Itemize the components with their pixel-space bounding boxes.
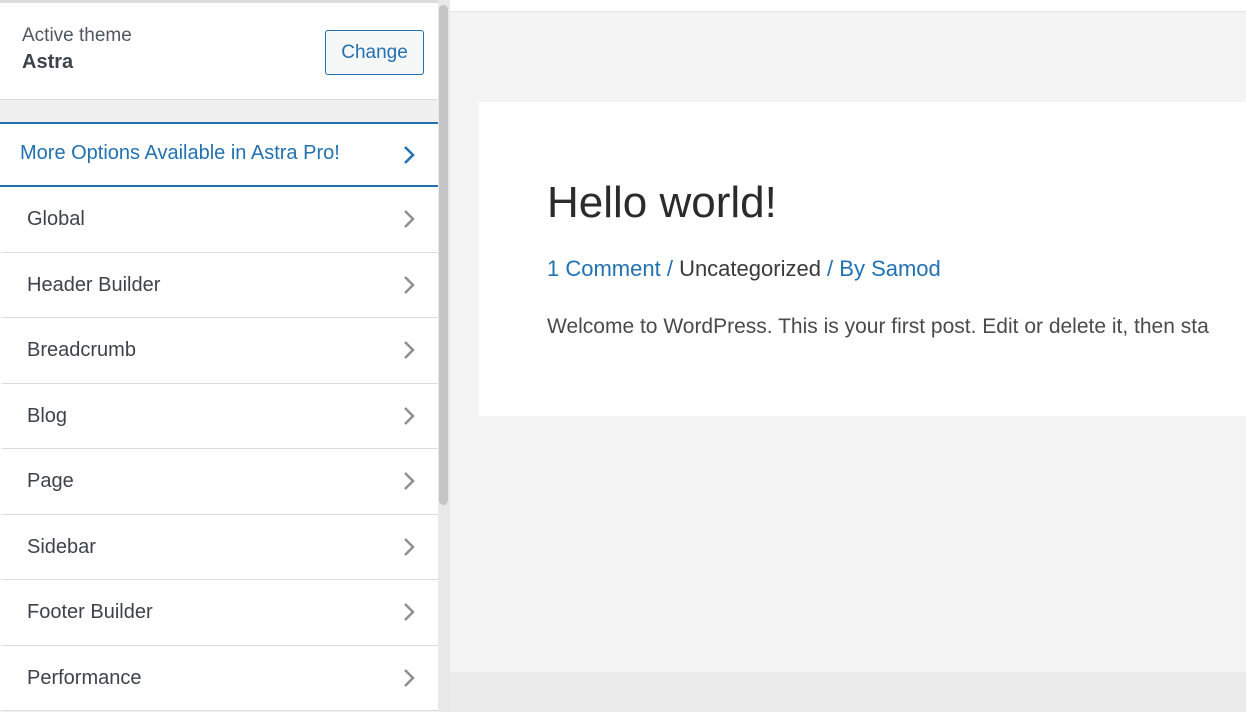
chevron-right-icon [404, 603, 415, 621]
active-theme-section: Active theme Astra Change [0, 3, 440, 100]
menu-item-label: Header Builder [27, 273, 161, 296]
astra-pro-upsell-label: More Options Available in Astra Pro! [20, 142, 340, 164]
meta-separator: / [660, 256, 680, 281]
chevron-right-icon [404, 146, 415, 164]
site-preview: Hello world! 1 Comment / Uncategorized /… [450, 0, 1246, 712]
menu-item-blog[interactable]: Blog [0, 383, 440, 449]
customizer-menu: Global Header Builder Breadcrumb Blog Page Si… [0, 187, 440, 711]
preview-header-strip [450, 0, 1246, 12]
menu-item-label: Blog [27, 404, 68, 427]
menu-item-breadcrumb[interactable]: Breadcrumb [0, 318, 440, 384]
menu-item-label: Footer Builder [27, 601, 153, 623]
active-theme-label: Active theme [22, 25, 132, 46]
chevron-right-icon [404, 472, 415, 490]
customizer-panel: Active theme Astra Change More Options A… [0, 0, 440, 712]
meta-by-separator: / By [820, 256, 872, 281]
chevron-right-icon [404, 275, 415, 294]
category-link[interactable]: Uncategorized [679, 256, 821, 281]
menu-item-label: Breadcrumb [27, 339, 136, 361]
chevron-right-icon [404, 406, 415, 425]
menu-item-label: Global [27, 208, 85, 230]
post-card: Hello world! 1 Comment / Uncategorized /… [479, 102, 1246, 416]
menu-item-page[interactable]: Page [0, 449, 440, 515]
chevron-right-icon [404, 537, 415, 556]
menu-item-label: Sidebar [27, 535, 96, 558]
preview-footer-strip [450, 672, 1246, 712]
comments-link[interactable]: 1 Comment [547, 256, 661, 281]
post-meta: 1 Comment / Uncategorized / By Samod [547, 256, 941, 282]
active-theme-name: Astra [22, 51, 74, 73]
menu-item-sidebar[interactable]: Sidebar [0, 514, 440, 580]
chevron-right-icon [404, 341, 415, 359]
menu-item-footer-builder[interactable]: Footer Builder [0, 580, 440, 646]
menu-item-performance[interactable]: Performance [0, 645, 440, 711]
astra-pro-upsell-item[interactable]: More Options Available in Astra Pro! [0, 122, 440, 187]
chevron-right-icon [404, 668, 415, 687]
menu-item-label: Page [27, 470, 74, 492]
chevron-right-icon [404, 210, 415, 228]
menu-item-label: Performance [27, 666, 142, 689]
post-title[interactable]: Hello world! [547, 178, 777, 228]
change-theme-button[interactable]: Change [325, 30, 424, 75]
menu-item-header-builder[interactable]: Header Builder [0, 252, 440, 318]
customizer-app: Active theme Astra Change More Options A… [0, 0, 1246, 712]
menu-item-global[interactable]: Global [0, 187, 440, 253]
author-link[interactable]: Samod [871, 256, 941, 281]
panel-scrollbar-thumb[interactable] [439, 5, 448, 505]
post-excerpt: Welcome to WordPress. This is your first… [547, 315, 1209, 338]
